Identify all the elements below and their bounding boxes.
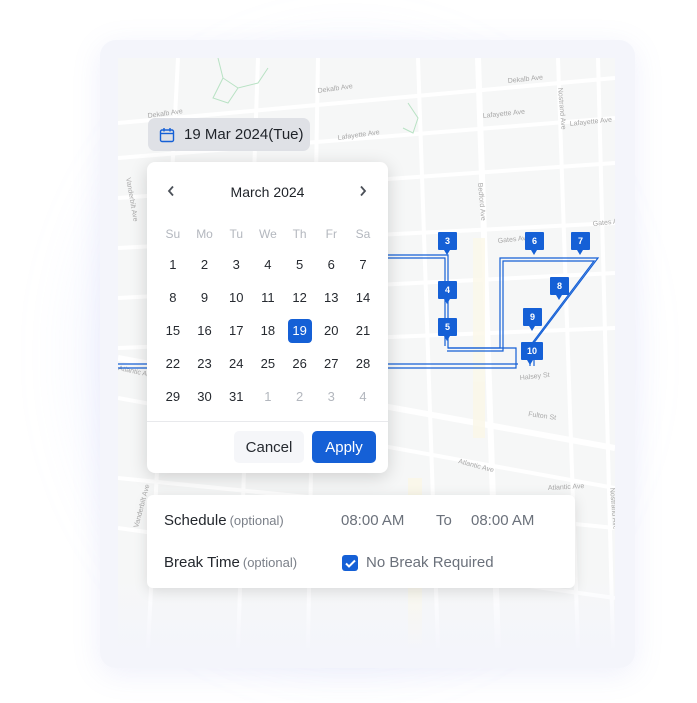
weekday-label: Sa [355, 227, 371, 241]
no-break-checkbox[interactable] [342, 555, 358, 571]
svg-text:Fulton St: Fulton St [528, 411, 557, 422]
calendar-week-row: 15 16 17 18 19 20 21 [157, 314, 379, 347]
schedule-label: Schedule (optional) [164, 512, 284, 529]
calendar-month-title: March 2024 [230, 184, 305, 200]
apply-button[interactable]: Apply [312, 431, 376, 463]
optional-hint: (optional) [242, 555, 298, 570]
calendar-day[interactable]: 26 [284, 352, 316, 376]
calendar-icon [159, 127, 175, 142]
calendar-day[interactable]: 18 [252, 319, 284, 343]
calendar-week-row: 1234567 [157, 248, 379, 281]
calendar-day[interactable]: 17 [220, 319, 252, 343]
calendar-day[interactable]: 11 [252, 286, 284, 310]
optional-hint: (optional) [229, 513, 284, 528]
calendar-grid: Su Mo Tu We Th Fr Sa 1 2 3 4 5 6 7 8 9 10 11 12 13 14… [157, 224, 379, 413]
to-label: To [436, 512, 452, 529]
calendar-day[interactable]: 1 [252, 385, 284, 409]
svg-text:Vanderbilt Ave: Vanderbilt Ave [124, 177, 139, 222]
route-stop-marker[interactable]: 5 [438, 318, 457, 341]
chevron-right-icon [360, 185, 367, 197]
map-fade [118, 578, 615, 648]
route-stop-marker[interactable]: 8 [550, 277, 569, 300]
calendar-day[interactable]: 6 [315, 253, 347, 277]
route-stop-marker[interactable]: 10 [521, 342, 543, 365]
route-stop-marker[interactable]: 3 [438, 232, 457, 255]
calendar-day[interactable]: 23 [189, 352, 221, 376]
next-month-button[interactable] [355, 182, 371, 200]
calendar-day[interactable]: 4 [347, 385, 379, 409]
check-icon [344, 559, 356, 568]
route-stop-marker[interactable]: 7 [571, 232, 590, 255]
end-time-field[interactable]: 08:00 AM [471, 512, 534, 529]
calendar-day[interactable]: 3 [315, 385, 347, 409]
calendar-day[interactable]: 29 [157, 385, 189, 409]
weekday-header-row: Su Mo Tu We Th Fr Sa [157, 224, 379, 244]
calendar-day[interactable]: 13 [315, 286, 347, 310]
weekday-label: Fr [325, 227, 337, 241]
calendar-divider [147, 421, 388, 422]
calendar-day[interactable]: 9 [189, 286, 221, 310]
calendar-day-selected[interactable]: 19 [287, 318, 312, 343]
weekday-label: Th [292, 227, 307, 241]
svg-text:Lafayette Ave: Lafayette Ave [482, 109, 525, 120]
calendar-header: March 2024 [147, 162, 388, 220]
schedule-panel: Schedule (optional) 08:00 AM To 08:00 AM … [147, 495, 575, 588]
route-stop-marker[interactable]: 9 [523, 308, 542, 331]
calendar-day[interactable]: 20 [315, 319, 347, 343]
calendar-day[interactable]: 27 [315, 352, 347, 376]
calendar-day[interactable]: 22 [157, 352, 189, 376]
calendar-popover: March 2024 Su Mo Tu We Th Fr Sa 12345678… [147, 162, 388, 473]
calendar-day[interactable]: 2 [284, 385, 316, 409]
calendar-day[interactable]: 31 [220, 385, 252, 409]
calendar-day[interactable]: 8 [157, 286, 189, 310]
svg-text:Halsey St: Halsey St [519, 372, 550, 382]
calendar-day[interactable]: 3 [220, 253, 252, 277]
calendar-day[interactable]: 14 [347, 286, 379, 310]
svg-text:Gates Ave: Gates Ave [592, 218, 615, 228]
no-break-label[interactable]: No Break Required [366, 554, 494, 571]
svg-text:Dekalb Ave: Dekalb Ave [317, 83, 353, 95]
calendar-day[interactable]: 15 [157, 319, 189, 343]
weekday-label: Mo [196, 227, 213, 241]
weekday-label: Tu [229, 227, 243, 241]
calendar-day[interactable]: 24 [220, 352, 252, 376]
calendar-day[interactable]: 28 [347, 352, 379, 376]
route-stop-marker[interactable]: 6 [525, 232, 544, 255]
cancel-button[interactable]: Cancel [234, 431, 304, 463]
schedule-label-text: Schedule [164, 512, 227, 529]
calendar-day[interactable]: 4 [252, 253, 284, 277]
calendar-day[interactable]: 10 [220, 286, 252, 310]
break-time-label: Break Time (optional) [164, 554, 297, 571]
calendar-day[interactable]: 1 [157, 253, 189, 277]
calendar-week-row: 22 23 24 25 26 27 28 [157, 347, 379, 380]
calendar-week-row: 8 9 10 11 12 13 14 [157, 281, 379, 314]
break-time-label-text: Break Time [164, 554, 240, 571]
route-stop-marker[interactable]: 4 [438, 281, 457, 304]
svg-text:Lafayette Ave: Lafayette Ave [569, 117, 612, 128]
weekday-label: We [259, 227, 277, 241]
start-time-field[interactable]: 08:00 AM [341, 512, 404, 529]
weekday-label: Su [165, 227, 181, 241]
calendar-day[interactable]: 30 [189, 385, 221, 409]
calendar-day[interactable]: 21 [347, 319, 379, 343]
selected-date-label: 19 Mar 2024(Tue) [184, 126, 304, 143]
calendar-day[interactable]: 7 [347, 253, 379, 277]
svg-text:Atlantic Ave: Atlantic Ave [548, 483, 585, 492]
calendar-weeks: 1 2 3 4 5 6 7 8 9 10 11 12 13 14 15 16 17 18 19 20 21 22 23 24 2… [157, 248, 379, 413]
calendar-day[interactable]: 2 [189, 253, 221, 277]
calendar-week-row: 29 30 31 1 2 3 4 [157, 380, 379, 413]
calendar-day[interactable]: 25 [252, 352, 284, 376]
calendar-day[interactable]: 12 [284, 286, 316, 310]
calendar-day[interactable]: 16 [189, 319, 221, 343]
date-picker-button[interactable]: 19 Mar 2024(Tue) [148, 118, 310, 151]
calendar-day[interactable]: 5 [284, 253, 316, 277]
